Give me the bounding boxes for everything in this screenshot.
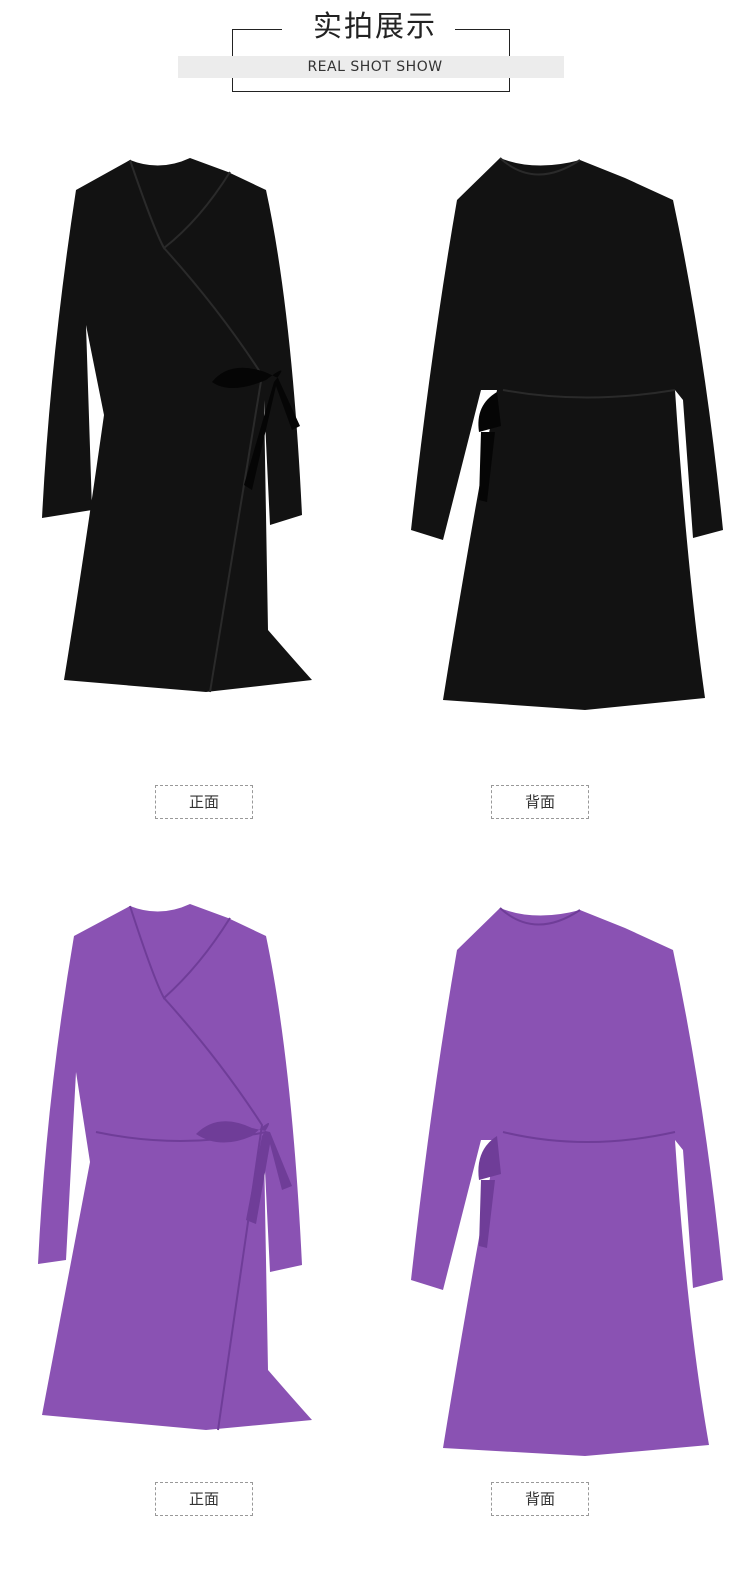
section-title: 实拍展示 — [312, 9, 437, 43]
dress-body — [38, 904, 312, 1430]
purple-dress-back-photo — [405, 900, 725, 1460]
dress-body — [411, 908, 723, 1456]
caption-purple-back: 背面 — [491, 1482, 589, 1516]
black-dress-back-photo — [405, 150, 725, 720]
dress-body — [411, 158, 723, 710]
section-header: 实拍展示 REAL SHOT SHOW — [0, 0, 750, 100]
purple-dress-front-photo — [30, 900, 330, 1440]
caption-purple-front: 正面 — [155, 1482, 253, 1516]
caption-black-front: 正面 — [155, 785, 253, 819]
caption-black-back: 背面 — [491, 785, 589, 819]
section-subtitle: REAL SHOT SHOW — [307, 59, 443, 75]
black-dress-front-photo — [30, 150, 330, 700]
